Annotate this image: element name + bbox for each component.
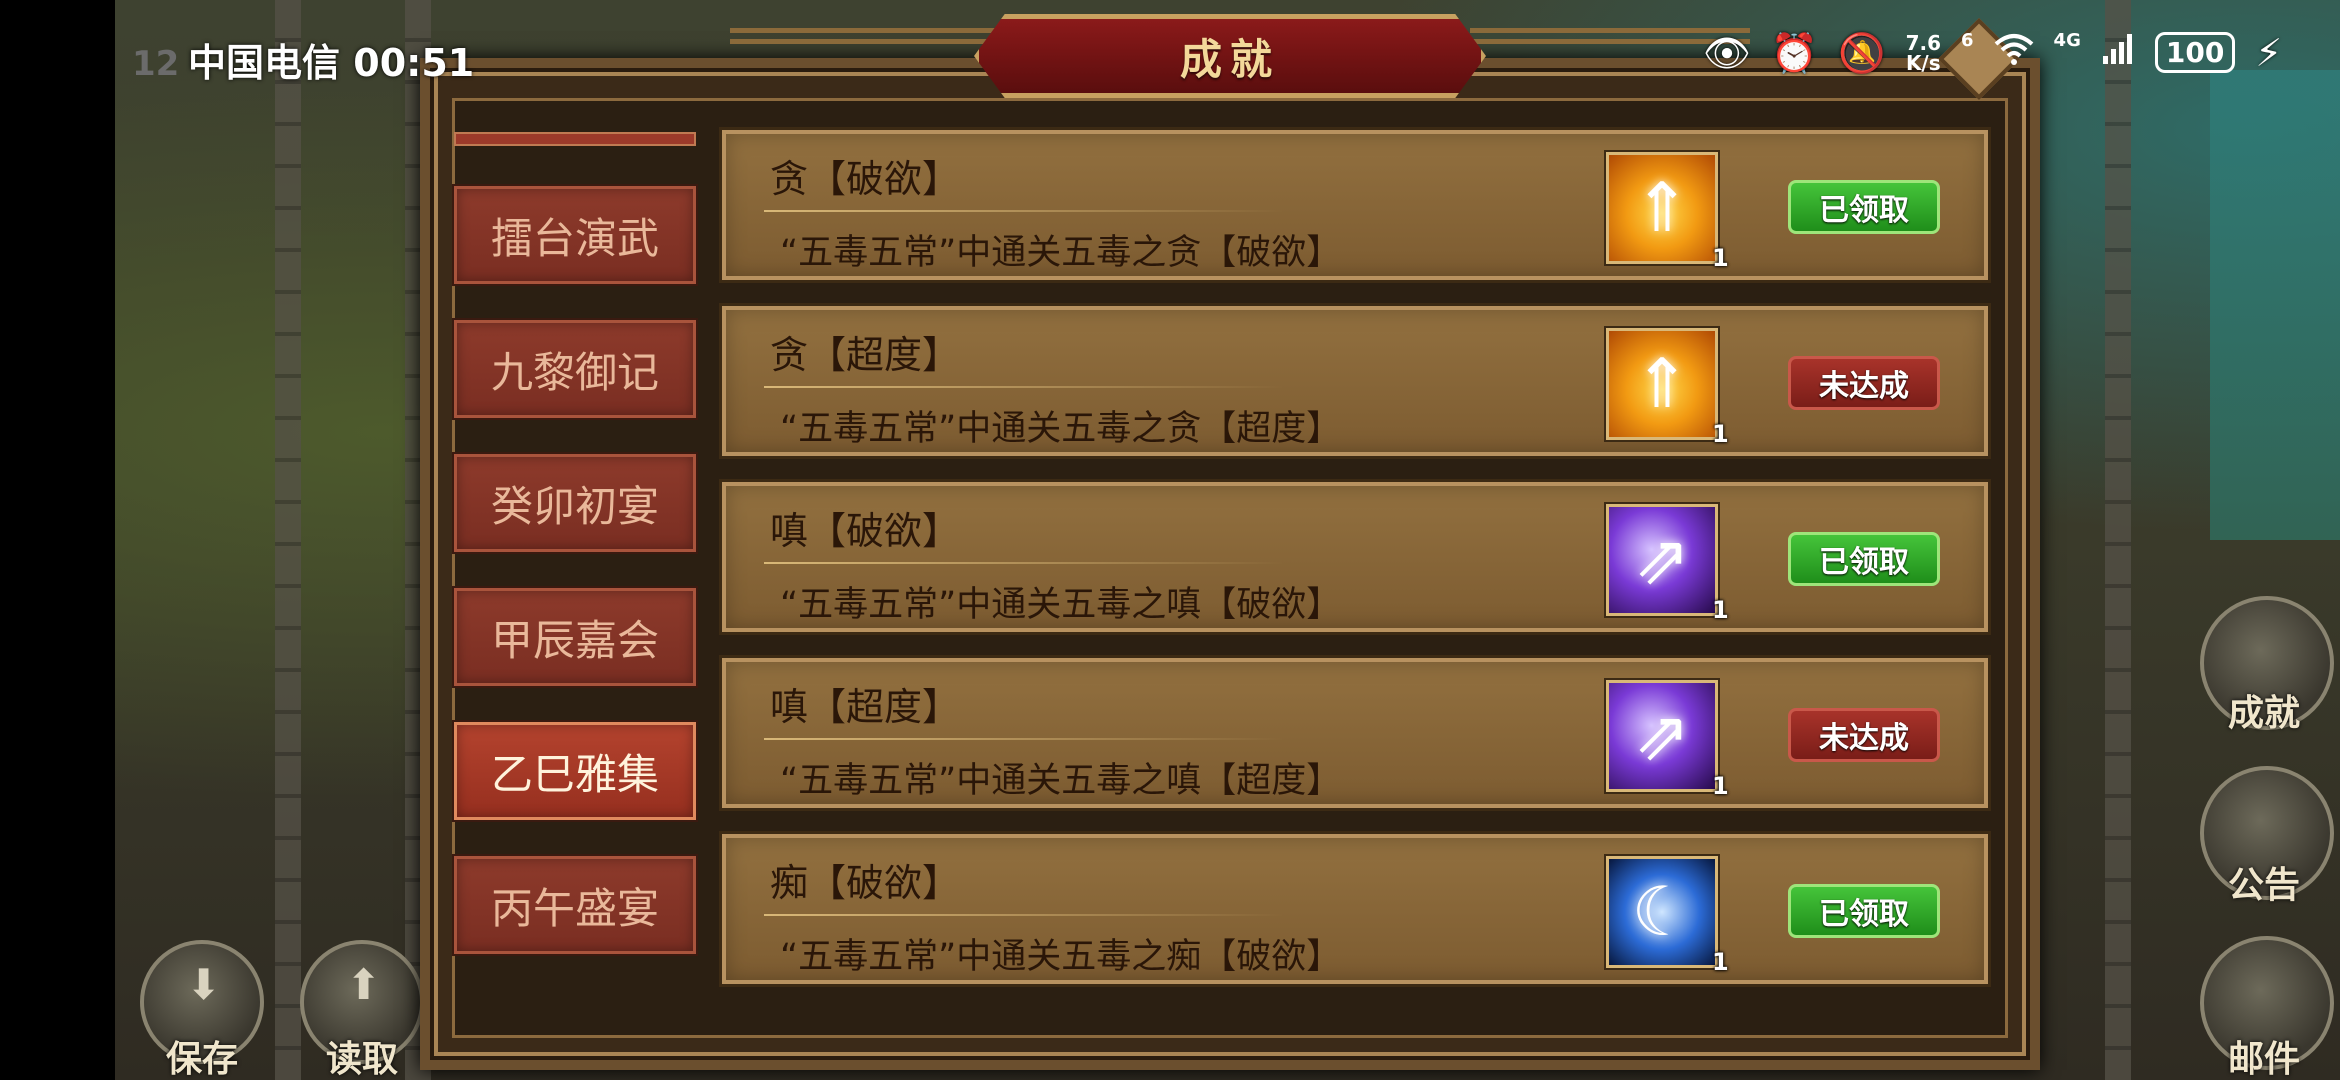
claimed-status-button[interactable]: 已领取 <box>1788 180 1940 234</box>
tab-3[interactable]: 癸卯初宴 <box>454 454 696 552</box>
achievement-title: 贪【破欲】 <box>770 157 961 201</box>
hud-level-text: 12 <box>132 44 180 84</box>
tab-5[interactable]: 乙巳雅集 <box>454 722 696 820</box>
network-tag: 6 <box>1961 30 1974 51</box>
down-arrow-icon: ⬇ <box>186 960 222 1009</box>
claimed-status-button[interactable]: 已领取 <box>1788 532 1940 586</box>
achievement-description: “五毒五常”中通关五毒之贪【破欲】 <box>780 233 1342 273</box>
row-divider <box>764 210 1284 212</box>
status-icons: 👁 ⏰ 🔕 7.6 K/s 6 4G 100 ⚡ <box>1702 30 2282 75</box>
reward-count: 1 <box>1712 948 1729 976</box>
achievement-title: 贪【超度】 <box>770 333 961 377</box>
carrier-time: 中国电信 00:51 <box>188 32 474 87</box>
eye-icon: 👁 <box>1702 30 1751 75</box>
achievement-title: 嗔【破欲】 <box>770 509 961 553</box>
achievement-title: 嗔【超度】 <box>770 685 961 729</box>
carrier-label: 中国电信 <box>188 41 341 85</box>
achievement-description: “五毒五常”中通关五毒之嗔【超度】 <box>780 761 1342 801</box>
reward-count: 1 <box>1712 772 1729 800</box>
charging-icon: ⚡ <box>2255 30 2282 75</box>
tab-label: 乙巳雅集 <box>490 749 659 799</box>
reward-item[interactable]: ⇑ <box>1606 328 1718 440</box>
tab-4[interactable]: 甲辰嘉会 <box>454 588 696 686</box>
up-arrow-icon: ⬆ <box>346 960 382 1009</box>
row-divider <box>764 914 1284 916</box>
achievement-description: “五毒五常”中通关五毒之嗔【破欲】 <box>780 585 1342 625</box>
arcane-arrow-icon: ⇗ <box>1633 696 1691 776</box>
clock: 00:51 <box>353 41 475 85</box>
wall-decoration <box>275 0 301 1080</box>
achievement-row: 贪【破欲】 “五毒五常”中通关五毒之贪【破欲】 ⇑ 1 已领取 <box>722 130 1988 280</box>
tab-label: 丙午盛宴 <box>490 883 659 933</box>
achievement-row: 贪【超度】 “五毒五常”中通关五毒之贪【超度】 ⇑ 1 未达成 <box>722 306 1988 456</box>
achievement-description: “五毒五常”中通关五毒之贪【超度】 <box>780 409 1342 449</box>
tab-label: 九黎御记 <box>490 347 659 397</box>
flame-arrow-icon: ⇑ <box>1633 168 1691 248</box>
load-hud-label: 读取 <box>326 1039 399 1080</box>
tab-label: 癸卯初宴 <box>490 481 659 531</box>
tab-1[interactable]: 擂台演武 <box>454 186 696 284</box>
reward-item[interactable]: ⇗ <box>1606 680 1718 792</box>
arcane-arrow-icon: ⇗ <box>1633 520 1691 600</box>
mute-bell-icon: 🔕 <box>1838 30 1886 75</box>
tab-scroll-stub <box>454 132 696 146</box>
reward-item[interactable]: ☾ <box>1606 856 1718 968</box>
tab-2[interactable]: 九黎御记 <box>454 320 696 418</box>
row-divider <box>764 562 1284 564</box>
unachieved-status-button[interactable]: 未达成 <box>1788 356 1940 410</box>
claimed-status-button[interactable]: 已领取 <box>1788 884 1940 938</box>
achievement-row: 嗔【超度】 “五毒五常”中通关五毒之嗔【超度】 ⇗ 1 未达成 <box>722 658 1988 808</box>
achievement-title: 痴【破欲】 <box>770 861 961 905</box>
save-hud-label: 保存 <box>166 1039 239 1080</box>
alarm-icon: ⏰ <box>1770 30 1819 75</box>
achievement-row: 嗔【破欲】 “五毒五常”中通关五毒之嗔【破欲】 ⇗ 1 已领取 <box>722 482 1988 632</box>
wifi-icon <box>1994 32 2034 73</box>
tab-label: 甲辰嘉会 <box>490 615 659 665</box>
crescent-moon-icon: ☾ <box>1631 872 1693 952</box>
signal-icon <box>2101 32 2135 73</box>
reward-item[interactable]: ⇑ <box>1606 152 1718 264</box>
notice-hud-label: 公告 <box>2228 865 2301 906</box>
tab-label: 擂台演武 <box>490 213 659 263</box>
achievement-description: “五毒五常”中通关五毒之痴【破欲】 <box>780 937 1342 977</box>
flame-arrow-icon: ⇑ <box>1633 344 1691 424</box>
achievement-hud-label: 成就 <box>2228 693 2301 734</box>
reward-item[interactable]: ⇗ <box>1606 504 1718 616</box>
battery-indicator: 100 <box>2154 32 2236 73</box>
mail-hud-label: 邮件 <box>2228 1039 2301 1080</box>
wall-decoration <box>2105 0 2131 1080</box>
pond-decoration <box>2210 70 2340 540</box>
row-divider <box>764 386 1284 388</box>
reward-count: 1 <box>1712 420 1729 448</box>
network-speed: 7.6 K/s <box>1905 30 1942 75</box>
tab-6[interactable]: 丙午盛宴 <box>454 856 696 954</box>
reward-count: 1 <box>1712 596 1729 624</box>
achievement-row: 痴【破欲】 “五毒五常”中通关五毒之痴【破欲】 ☾ 1 已领取 <box>722 834 1988 984</box>
unachieved-status-button[interactable]: 未达成 <box>1788 708 1940 762</box>
row-divider <box>764 738 1284 740</box>
status-bar: 12 中国电信 00:51 👁 ⏰ 🔕 7.6 K/s 6 4G 100 ⚡ <box>0 0 2340 110</box>
network-type: 4G <box>2053 30 2081 51</box>
reward-count: 1 <box>1712 244 1729 272</box>
